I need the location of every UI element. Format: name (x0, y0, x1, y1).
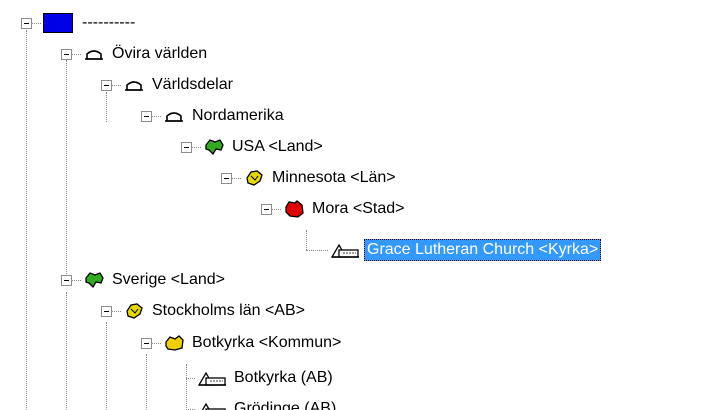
tree-node-label[interactable]: ---------- (79, 12, 138, 34)
continent-cap-icon (163, 106, 185, 126)
county-map-icon (243, 168, 265, 188)
tree-branch-line (152, 342, 161, 344)
country-map-icon (203, 137, 225, 157)
tree-node-mora[interactable]: Mora <Stad> (261, 193, 408, 225)
collapse-toggle[interactable] (101, 305, 112, 317)
collapse-toggle[interactable] (261, 203, 272, 215)
tree-node-label[interactable]: Botkyrka <Kommun> (189, 332, 344, 354)
tree-branch-line (192, 146, 201, 148)
collapse-toggle[interactable] (141, 337, 152, 349)
tree-node-label[interactable]: Sverige <Land> (109, 269, 228, 291)
tree-branch-line (272, 208, 281, 210)
tree-node-ovira-varlden[interactable]: Övira världen (61, 38, 210, 70)
tree-branch-line (306, 249, 328, 251)
tree-connector-line (26, 30, 27, 410)
place-tree-view[interactable]: ---------- Övira världen Världsdelar Nor… (0, 0, 717, 410)
tree-node-botkyrka-kommun[interactable]: Botkyrka <Kommun> (141, 327, 344, 359)
tree-branch-line (72, 53, 81, 55)
church-icon (197, 368, 227, 388)
tree-node-label[interactable]: Övira världen (109, 43, 210, 65)
collapse-toggle[interactable] (181, 141, 192, 153)
church-icon (330, 240, 360, 260)
tree-node-label[interactable]: Botkyrka (AB) (231, 367, 336, 389)
collapse-toggle[interactable] (141, 110, 152, 122)
tree-branch-line (186, 408, 195, 410)
municipality-map-icon (163, 333, 185, 353)
county-map-icon (123, 301, 145, 321)
tree-node-root[interactable]: ---------- (21, 7, 138, 39)
tree-connector-line (66, 60, 67, 282)
tree-node-label[interactable]: Grödinge (AB) (231, 398, 339, 410)
tree-node-label[interactable]: Mora <Stad> (309, 198, 408, 220)
collapse-toggle[interactable] (61, 48, 72, 60)
collapse-toggle[interactable] (21, 17, 32, 29)
tree-branch-line (112, 84, 121, 86)
tree-node-label[interactable]: USA <Land> (229, 136, 326, 158)
tree-branch-line (32, 22, 41, 24)
tree-node-usa[interactable]: USA <Land> (181, 131, 326, 163)
tree-node-sverige[interactable]: Sverige <Land> (61, 264, 228, 296)
tree-node-stockholms-lan[interactable]: Stockholms län <AB> (101, 295, 308, 327)
city-map-icon (283, 199, 305, 219)
tree-node-minnesota[interactable]: Minnesota <Län> (221, 162, 399, 194)
collapse-toggle[interactable] (221, 172, 232, 184)
tree-node-label-selected[interactable]: Grace Lutheran Church <Kyrka> (364, 239, 602, 261)
tree-branch-line (72, 279, 81, 281)
tree-node-varldsdelar[interactable]: Världsdelar (101, 69, 236, 101)
tree-node-grace-lutheran-church[interactable]: Grace Lutheran Church <Kyrka> (306, 234, 602, 266)
tree-branch-line (232, 177, 241, 179)
tree-branch-line (112, 310, 121, 312)
tree-node-nordamerika[interactable]: Nordamerika (141, 100, 287, 132)
tree-connector-line (146, 354, 147, 410)
tree-connector-line (66, 292, 67, 410)
tree-connector-line (106, 322, 107, 410)
tree-node-grodinge-ab[interactable]: Grödinge (AB) (186, 393, 339, 410)
continent-cap-icon (83, 44, 105, 64)
country-map-icon (83, 270, 105, 290)
tree-node-label[interactable]: Minnesota <Län> (269, 167, 399, 189)
tree-node-botkyrka-ab[interactable]: Botkyrka (AB) (186, 362, 336, 394)
tree-node-label[interactable]: Nordamerika (189, 105, 287, 127)
continent-cap-icon (123, 75, 145, 95)
tree-node-label[interactable]: Stockholms län <AB> (149, 300, 308, 322)
tree-node-label[interactable]: Världsdelar (149, 74, 236, 96)
tree-branch-line (152, 115, 161, 117)
collapse-toggle[interactable] (61, 274, 72, 286)
root-color-swatch (43, 13, 73, 33)
tree-branch-line (186, 377, 195, 379)
collapse-toggle[interactable] (101, 79, 112, 91)
church-icon (197, 399, 227, 410)
